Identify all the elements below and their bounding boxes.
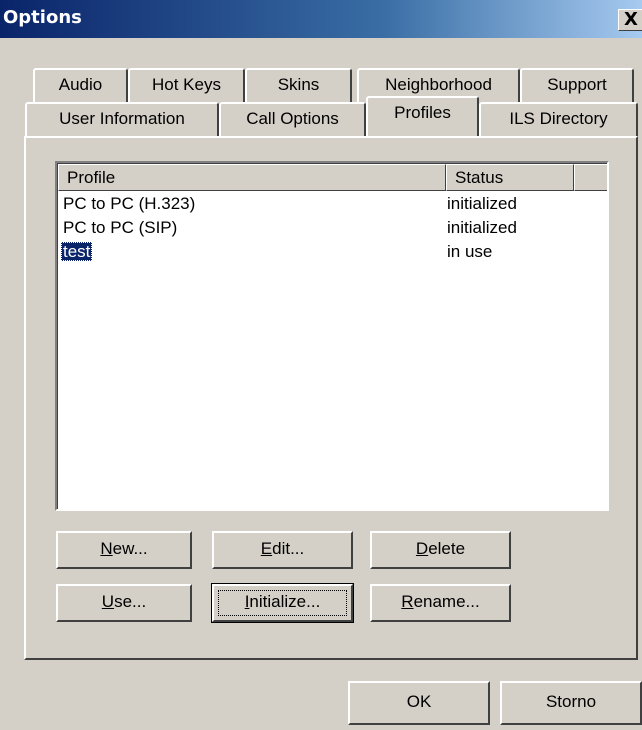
column-header-filler	[574, 164, 607, 191]
tab-user-information[interactable]: User Information	[25, 102, 219, 136]
profile-name: test	[61, 242, 93, 261]
edit-button[interactable]: Edit...	[212, 531, 353, 569]
ok-button[interactable]: OK	[348, 681, 490, 725]
tab-support[interactable]: Support	[520, 68, 634, 102]
column-header-status[interactable]: Status	[446, 164, 574, 191]
storno-button[interactable]: Storno	[500, 681, 642, 725]
window-title: Options	[3, 7, 82, 28]
tab-call-options[interactable]: Call Options	[219, 102, 366, 136]
column-header-profile[interactable]: Profile	[58, 164, 446, 191]
list-item-status: initialized	[447, 218, 517, 237]
tab-audio[interactable]: Audio	[33, 68, 128, 102]
tab-hot-keys[interactable]: Hot Keys	[128, 68, 245, 102]
use-button[interactable]: Use...	[56, 584, 192, 622]
delete-button[interactable]: Delete	[370, 531, 511, 569]
rename-button[interactable]: Rename...	[370, 584, 511, 622]
list-item[interactable]: PC to PC (H.323)	[63, 192, 195, 216]
close-icon: X	[624, 9, 638, 30]
profile-name: PC to PC (SIP)	[63, 218, 178, 237]
close-button[interactable]: X	[618, 9, 642, 31]
list-item-status: initialized	[447, 194, 517, 213]
title-bar: Options X	[0, 0, 642, 38]
profile-name: PC to PC (H.323)	[63, 194, 196, 213]
profiles-list[interactable]: Profile Status PC to PC (H.323) initiali…	[55, 161, 609, 511]
list-item[interactable]: PC to PC (SIP)	[63, 216, 177, 240]
initialize-button[interactable]: Initialize...	[211, 583, 354, 623]
tab-ils-directory[interactable]: ILS Directory	[479, 102, 638, 136]
tab-skins[interactable]: Skins	[245, 68, 352, 102]
list-item-selected[interactable]: test	[61, 240, 93, 264]
new-button[interactable]: New...	[56, 531, 192, 569]
tab-profiles[interactable]: Profiles	[366, 96, 479, 136]
list-item-status: in use	[447, 242, 493, 261]
